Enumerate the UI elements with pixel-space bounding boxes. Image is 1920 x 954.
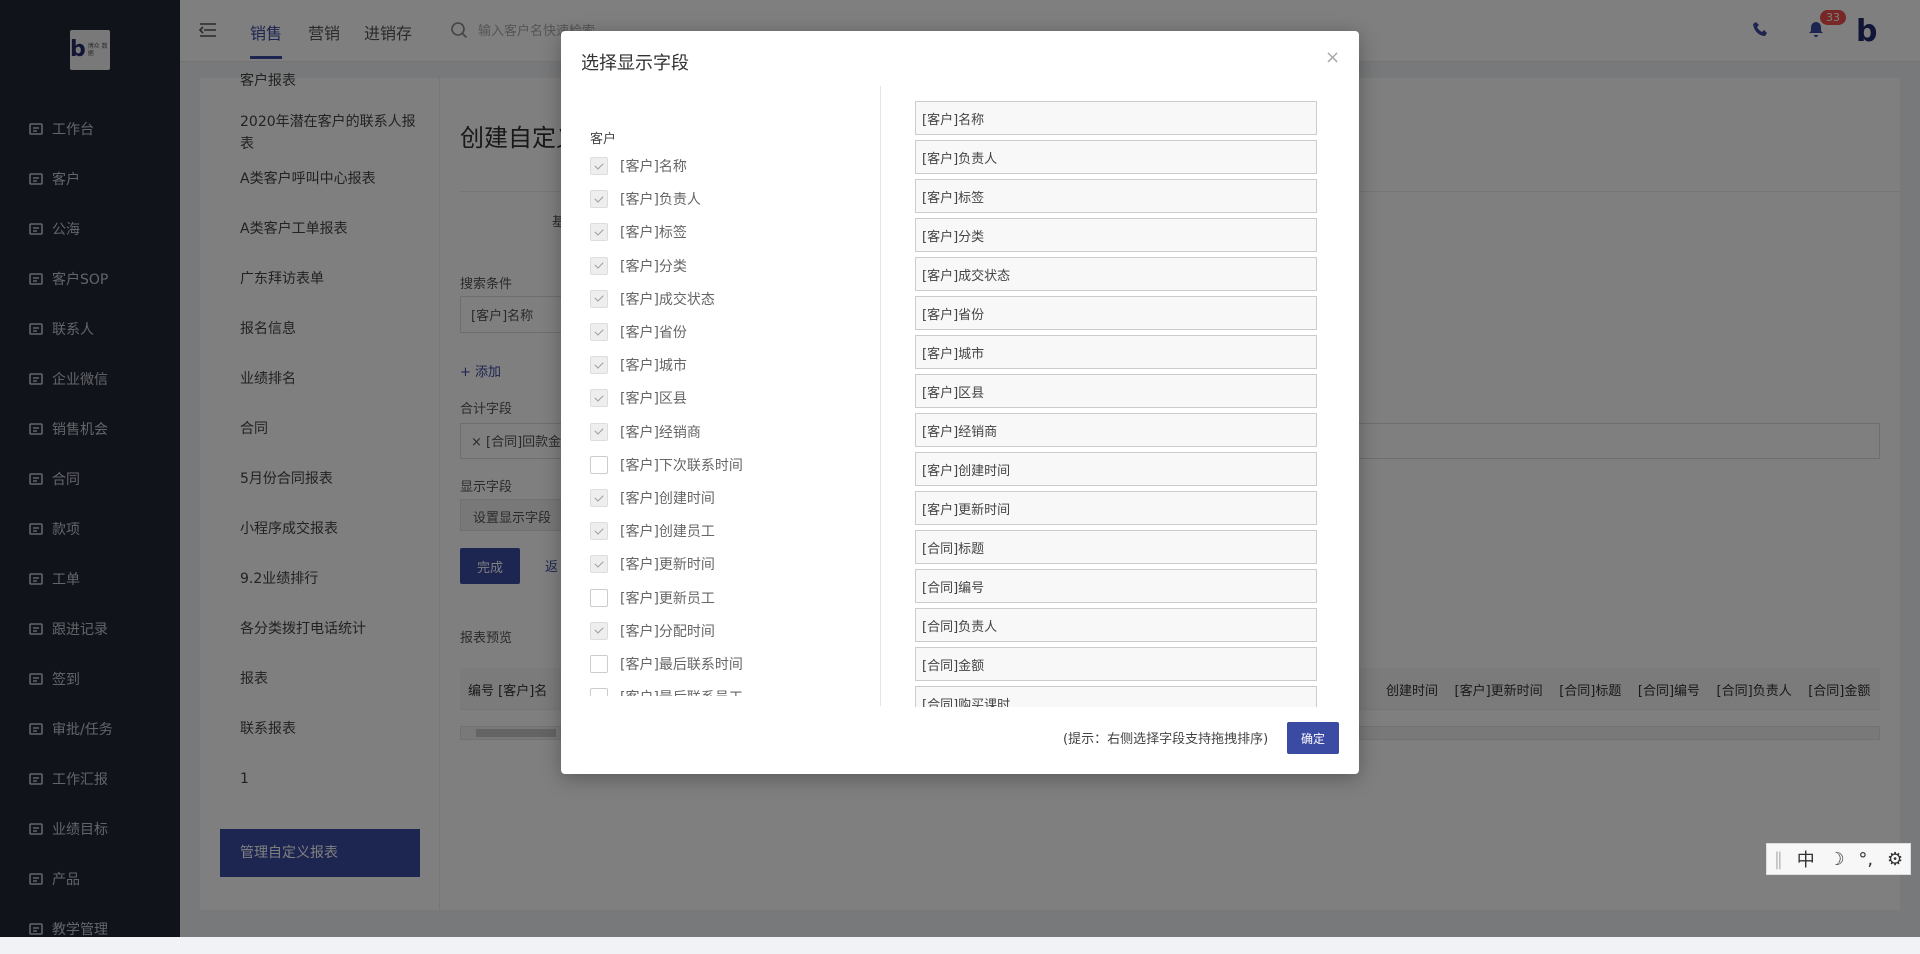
checkbox-checked[interactable] [590,389,608,408]
field-checkbox-label: [客户]创建员工 [620,524,715,541]
selected-field-item[interactable]: [客户]成交状态 [915,257,1317,291]
checkbox-checked[interactable] [590,522,608,541]
field-checkbox-label: [客户]名称 [620,159,687,175]
select-fields-modal: 选择显示字段 × 客户 [客户]名称 [客户]负责人 [客户]标签 [客户]分类 [客户… [561,31,1359,774]
moon-icon[interactable]: ☽ [1828,849,1844,870]
field-checkbox-label: [客户]省份 [620,325,687,341]
gear-icon[interactable]: ⚙ [1887,849,1903,870]
drag-sort-hint: (提示：右侧选择字段支持拖拽排序) [1063,732,1269,747]
selected-field-item[interactable]: [客户]负责人 [915,140,1317,174]
checkbox-checked[interactable] [590,555,608,574]
column-divider [880,86,881,706]
field-checkbox-list: 客户 [客户]名称 [客户]负责人 [客户]标签 [客户]分类 [客户]成交状态 [客户]… [581,86,881,696]
field-checkbox-row[interactable]: [客户]分类 [590,254,687,278]
checkbox-checked[interactable] [590,157,608,175]
confirm-button[interactable]: 确定 [1287,722,1339,754]
selected-field-item[interactable]: [合同]购买课时 [915,686,1317,707]
selected-field-item[interactable]: [客户]创建时间 [915,452,1317,486]
selected-field-item[interactable]: [客户]分类 [915,218,1317,252]
field-checkbox-row[interactable]: [客户]名称 [590,154,687,178]
field-checkbox-label: [客户]标签 [620,225,687,242]
field-checkbox-label: [客户]城市 [620,358,687,375]
selected-field-item[interactable]: [客户]城市 [915,335,1317,369]
field-checkbox-row[interactable]: [客户]更新时间 [590,552,715,576]
field-checkbox-label: [客户]分类 [620,258,687,275]
checkbox-checked[interactable] [590,223,608,242]
checkbox-unchecked[interactable] [590,688,608,696]
selected-field-item[interactable]: [客户]经销商 [915,413,1317,447]
close-icon[interactable]: × [1325,47,1340,68]
selected-field-item[interactable]: [客户]更新时间 [915,491,1317,525]
checkbox-checked[interactable] [590,190,608,209]
field-checkbox-row[interactable]: [客户]城市 [590,353,687,377]
field-checkbox-label: [客户]成交状态 [620,291,715,308]
selected-field-item[interactable]: [客户]标签 [915,179,1317,213]
field-checkbox-row[interactable]: [客户]创建员工 [590,519,715,543]
field-checkbox-row[interactable]: [客户]更新员工 [590,586,715,610]
field-checkbox-row[interactable]: [客户]创建时间 [590,486,715,510]
checkbox-checked[interactable] [590,356,608,375]
field-checkbox-row[interactable]: [客户]最后联系时间 [590,652,743,676]
selected-field-item[interactable]: [合同]编号 [915,569,1317,603]
selected-field-item[interactable]: [合同]负责人 [915,608,1317,642]
checkbox-checked[interactable] [590,323,608,341]
checkbox-checked[interactable] [590,422,608,441]
group-label-customer: 客户 [590,132,617,147]
field-checkbox-row[interactable]: [客户]成交状态 [590,287,715,311]
punctuation-icon[interactable]: °, [1858,849,1873,870]
checkbox-unchecked[interactable] [590,588,608,607]
field-checkbox-label: [客户]更新员工 [620,590,715,607]
ime-lang-toggle[interactable]: 中 [1797,846,1815,872]
selected-field-item[interactable]: [客户]区县 [915,374,1317,408]
field-checkbox-label: [客户]负责人 [620,192,701,209]
checkbox-checked[interactable] [590,256,608,275]
field-checkbox-label: [客户]最后联系时间 [620,657,743,673]
field-checkbox-row[interactable]: [客户]最后联系员工 [590,685,743,696]
field-checkbox-row[interactable]: [客户]省份 [590,320,687,344]
field-checkbox-label: [客户]经销商 [620,424,701,441]
field-checkbox-row[interactable]: [客户]区县 [590,386,687,410]
field-checkbox-row[interactable]: [客户]标签 [590,220,687,244]
selected-fields-list: [客户]名称 [客户]负责人 [客户]标签 [客户]分类 [客户]成交状态 [客户]省份 [… [915,101,1317,707]
checkbox-checked[interactable] [590,489,608,507]
checkbox-checked[interactable] [590,621,608,640]
field-checkbox-label: [客户]区县 [620,391,687,408]
field-checkbox-row[interactable]: [客户]分配时间 [590,619,715,643]
selected-field-item[interactable]: [客户]名称 [915,101,1317,135]
selected-field-item[interactable]: [合同]金额 [915,647,1317,681]
selected-field-item[interactable]: [客户]省份 [915,296,1317,330]
checkbox-unchecked[interactable] [590,455,608,474]
field-checkbox-label: [客户]更新时间 [620,557,715,574]
ime-toolbar[interactable]: ‖ 中 ☽ °, ⚙ [1766,843,1911,875]
checkbox-unchecked[interactable] [590,655,608,673]
modal-title: 选择显示字段 [581,53,689,74]
checkbox-checked[interactable] [590,289,608,308]
field-checkbox-label: [客户]分配时间 [620,623,715,640]
field-checkbox-row[interactable]: [客户]经销商 [590,420,701,444]
selected-field-item[interactable]: [合同]标题 [915,530,1317,564]
field-checkbox-label: [客户]最后联系员工 [620,687,743,696]
field-checkbox-label: [客户]创建时间 [620,491,715,507]
field-checkbox-label: [客户]下次联系时间 [620,457,743,474]
field-checkbox-row[interactable]: [客户]负责人 [590,187,701,211]
field-checkbox-row[interactable]: [客户]下次联系时间 [590,453,743,477]
ime-handle-icon[interactable]: ‖ [1774,849,1783,870]
